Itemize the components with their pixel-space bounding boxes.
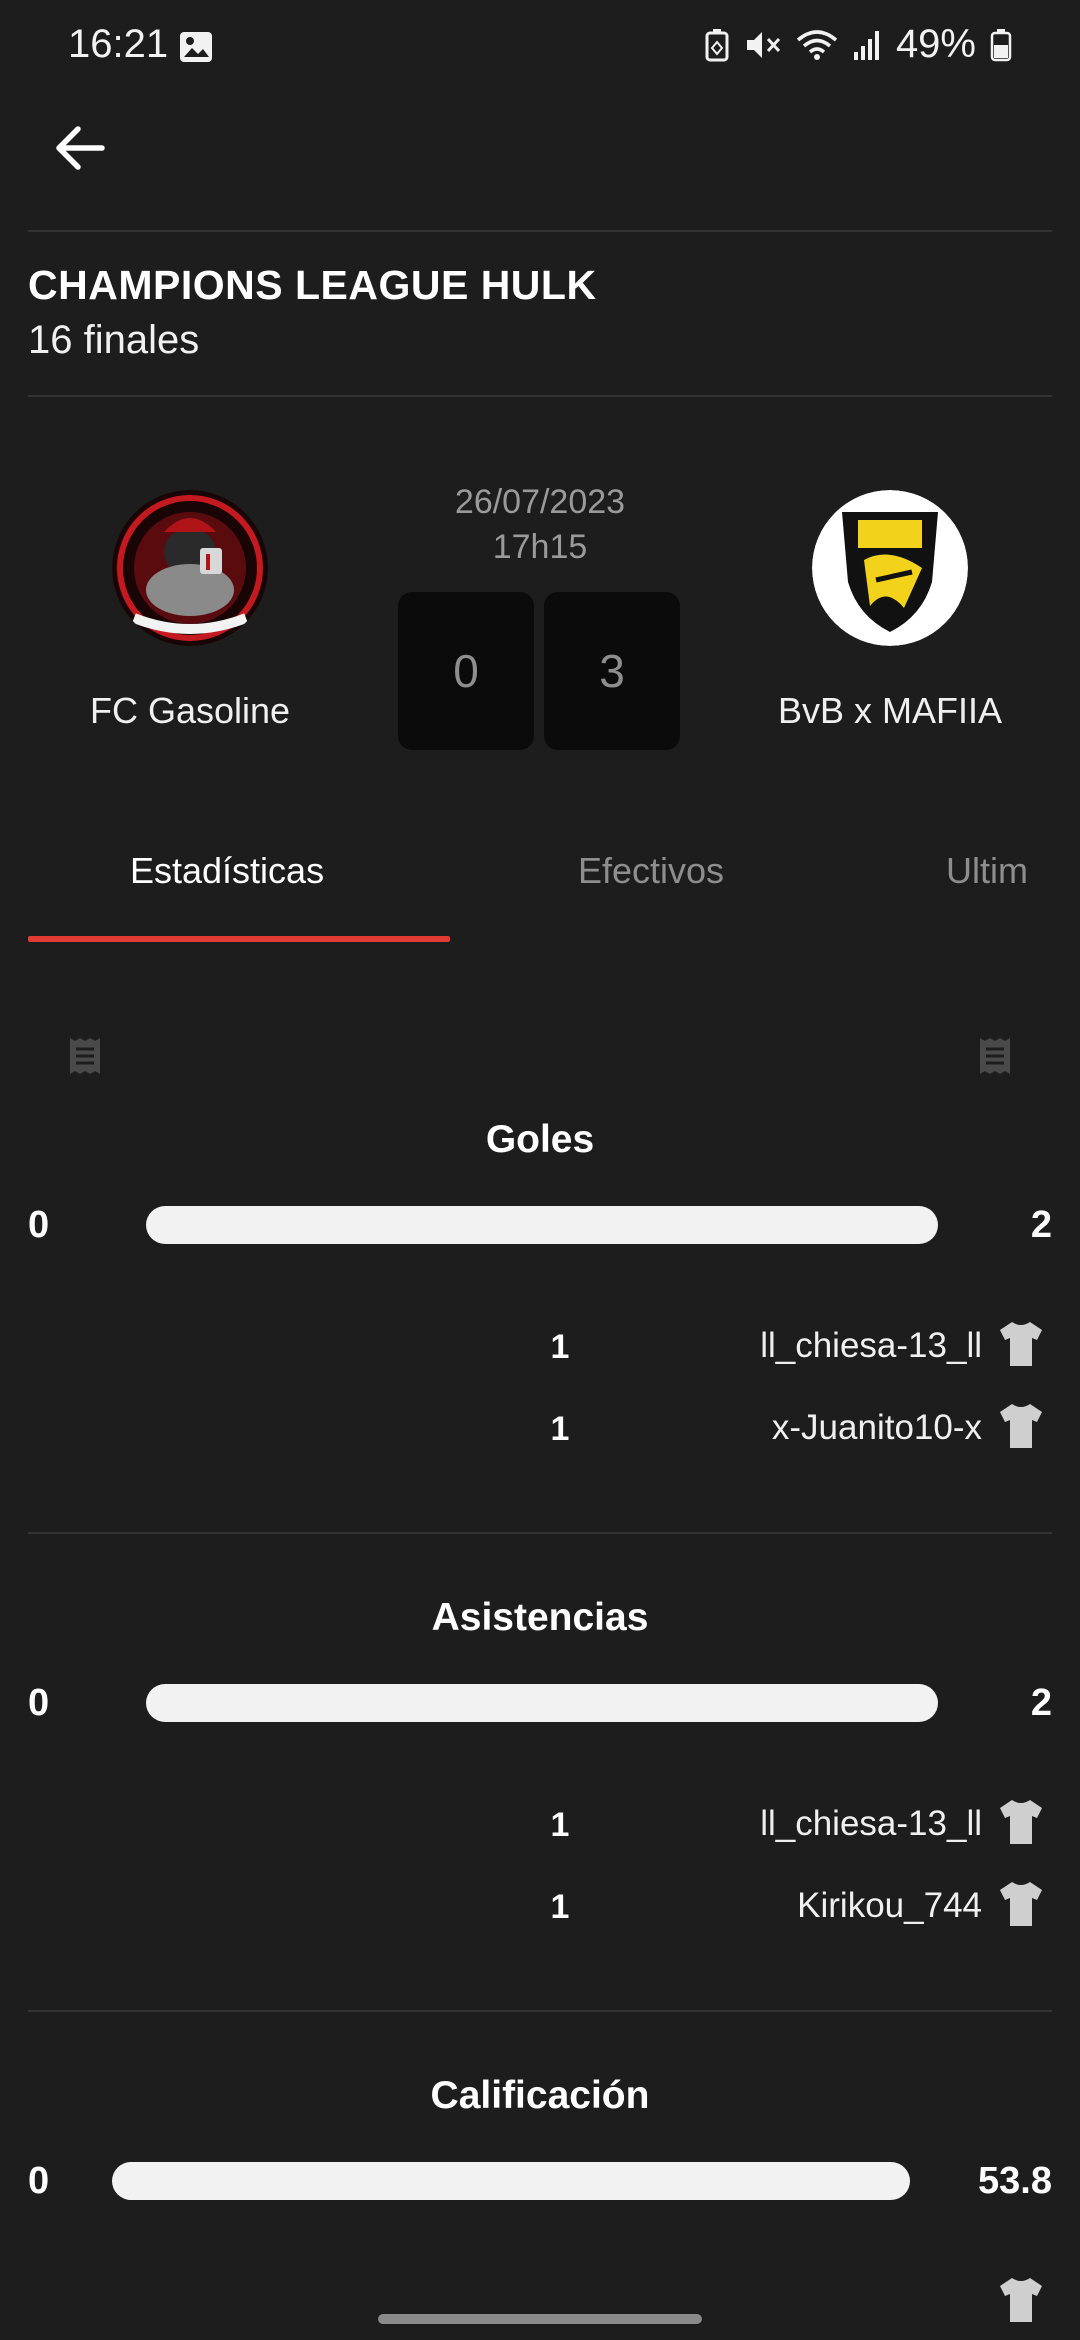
arrow-left-icon: [56, 126, 105, 170]
home-score: 0: [398, 592, 534, 750]
tab-ultimos[interactable]: Ultim: [946, 850, 1054, 892]
away-stat-value: 53.8: [978, 2160, 1052, 2202]
stat-bar: [146, 1206, 938, 1244]
active-tab-indicator: [28, 936, 450, 942]
status-icons: 49%: [704, 22, 1012, 67]
battery-saver-icon: [705, 28, 729, 61]
receipt-icon: [980, 1038, 1010, 1074]
player-name[interactable]: x-Juanito10-x: [772, 1408, 982, 1448]
away-team-name[interactable]: BvB x MAFIIA: [720, 690, 1060, 732]
stat-title-goles: Goles: [485, 1118, 595, 1161]
jersey-icon: [1000, 1322, 1042, 1366]
home-team-logo: [112, 490, 268, 646]
tab-efectivos[interactable]: Efectivos: [578, 850, 724, 892]
jersey-icon: [1000, 1882, 1042, 1926]
player-stat-count: 1: [550, 1888, 570, 1926]
jersey-icon: [1000, 2278, 1042, 2322]
divider: [28, 1532, 1052, 1534]
away-score: 3: [544, 592, 680, 750]
match-time: 17h15: [492, 528, 588, 566]
match-date: 26/07/2023: [454, 483, 626, 521]
home-team-name[interactable]: FC Gasoline: [20, 690, 360, 732]
divider: [28, 395, 1052, 397]
home-team-crest[interactable]: [112, 490, 268, 646]
mute-icon: [746, 31, 781, 58]
stat-bar: [146, 1684, 938, 1722]
divider: [28, 230, 1052, 232]
tab-estadisticas[interactable]: Estadísticas: [130, 850, 324, 892]
player-name[interactable]: ll_chiesa-13_ll: [760, 1804, 982, 1844]
player-name[interactable]: Kirikou_744: [797, 1886, 982, 1926]
jersey-icon: [1000, 1404, 1042, 1448]
receipt-icon: [70, 1038, 100, 1074]
home-stat-value: 0: [28, 2160, 50, 2202]
image-icon: [180, 32, 212, 62]
wifi-icon: [796, 29, 838, 60]
player-stat-count: 1: [550, 1806, 570, 1844]
away-stat-value: 2: [1030, 1682, 1052, 1724]
away-team-logo: [812, 490, 968, 646]
home-stat-value: 0: [28, 1682, 50, 1724]
signal-icon: [853, 30, 879, 60]
divider: [28, 2010, 1052, 2012]
jersey-icon: [1000, 1800, 1042, 1844]
stat-title-calificacion: Calificación: [430, 2074, 650, 2117]
stat-bar: [112, 2162, 910, 2200]
status-time: 16:21: [68, 22, 169, 66]
away-team-crest[interactable]: [812, 490, 968, 646]
player-name[interactable]: ll_chiesa-13_ll: [760, 1326, 982, 1366]
battery-percentage: 49%: [895, 22, 976, 66]
competition-round: 16 finales: [28, 318, 200, 362]
away-stat-value: 2: [1030, 1204, 1052, 1246]
player-stat-count: 1: [550, 1410, 570, 1448]
player-stat-count: 1: [550, 1328, 570, 1366]
match-datetime: 26/07/2023 17h15: [390, 480, 690, 570]
competition-name: CHAMPIONS LEAGUE HULK: [28, 262, 597, 308]
stat-title-asistencias: Asistencias: [431, 1596, 649, 1639]
home-stat-value: 0: [28, 1204, 50, 1246]
battery-icon: [990, 28, 1012, 61]
home-indicator[interactable]: [378, 2314, 702, 2324]
back-button[interactable]: [44, 112, 116, 184]
